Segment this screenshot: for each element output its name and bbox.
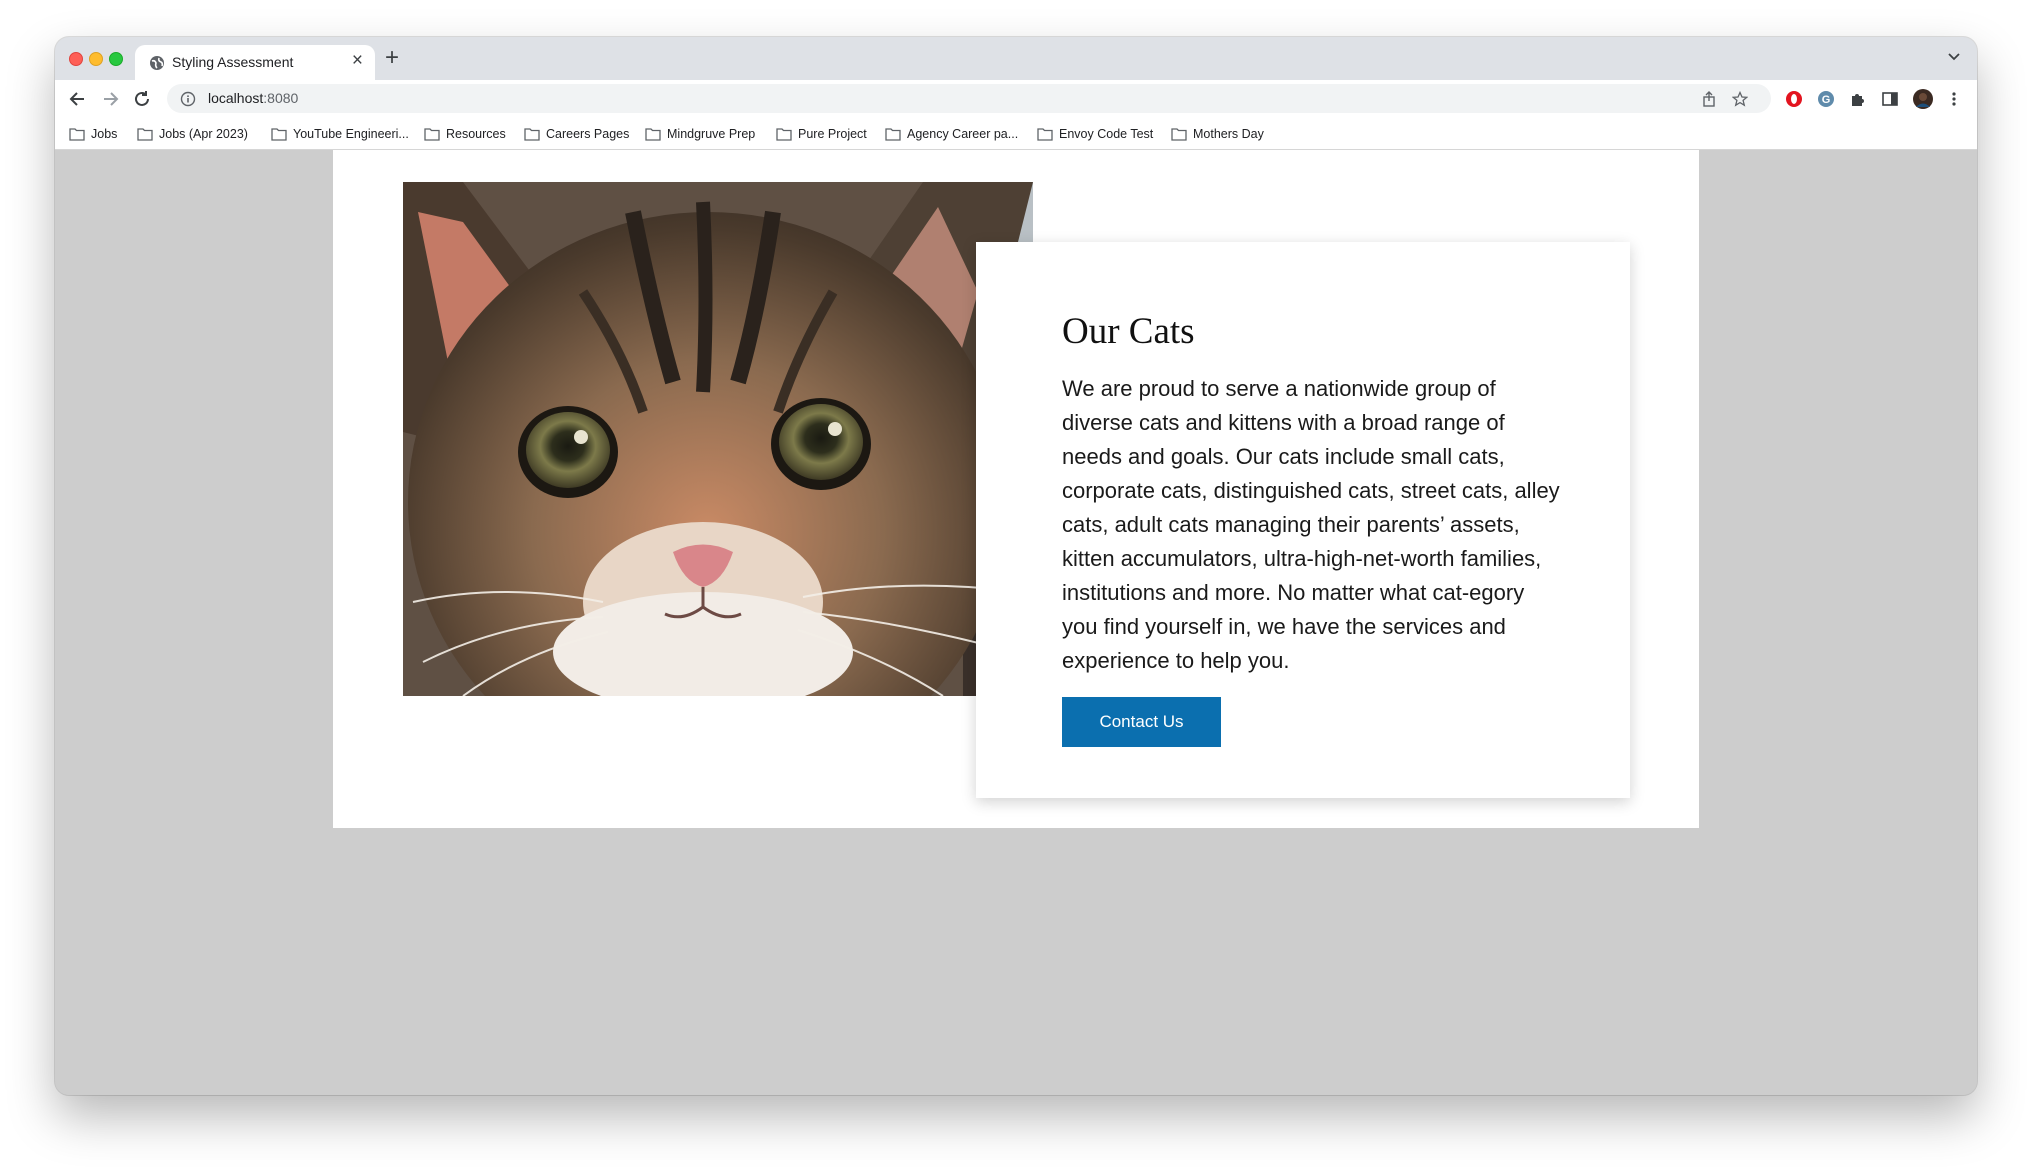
folder-icon: [271, 128, 287, 141]
bookmark-folder[interactable]: Careers Pages: [524, 126, 629, 142]
grammar-extension-icon[interactable]: G: [1817, 90, 1835, 108]
window-minimize-button[interactable]: [89, 52, 103, 66]
tab-styling-assessment[interactable]: Styling Assessment ×: [135, 45, 375, 80]
bookmark-folder[interactable]: Resources: [424, 126, 506, 142]
folder-icon: [885, 128, 901, 141]
bookmark-folder[interactable]: YouTube Engineeri...: [271, 126, 409, 142]
contact-us-button[interactable]: Contact Us: [1062, 697, 1221, 747]
svg-text:G: G: [1822, 94, 1831, 106]
new-tab-icon[interactable]: +: [385, 44, 399, 72]
bookmarks-bar: Jobs Jobs (Apr 2023) YouTube Engineeri..…: [55, 117, 1977, 150]
bookmark-folder[interactable]: Envoy Code Test: [1037, 126, 1153, 142]
bookmark-folder[interactable]: Pure Project: [776, 126, 867, 142]
folder-icon: [776, 128, 792, 141]
back-arrow-icon[interactable]: [67, 88, 89, 110]
address-bar[interactable]: localhost:8080: [167, 84, 1771, 113]
profile-avatar[interactable]: [1912, 88, 1934, 110]
folder-icon: [1171, 128, 1187, 141]
url-text[interactable]: localhost:8080: [208, 90, 298, 106]
bookmark-folder[interactable]: Jobs: [69, 126, 117, 142]
window-maximize-button[interactable]: [109, 52, 123, 66]
browser-window: Styling Assessment × + localhost:8080 G …: [55, 37, 1977, 1095]
bookmark-folder[interactable]: Jobs (Apr 2023): [137, 126, 248, 142]
kitten-image: [403, 182, 1033, 696]
star-icon[interactable]: [1732, 91, 1748, 107]
reload-icon[interactable]: [131, 88, 153, 110]
toolbar: localhost:8080 G: [55, 80, 1977, 117]
bookmark-folder[interactable]: Mindgruve Prep: [645, 126, 755, 142]
info-card: Our Cats We are proud to serve a nationw…: [976, 242, 1630, 798]
bookmark-folder[interactable]: Agency Career pa...: [885, 126, 1018, 142]
info-icon[interactable]: [180, 91, 196, 107]
folder-icon: [524, 128, 540, 141]
bookmark-folder[interactable]: Mothers Day: [1171, 126, 1264, 142]
folder-icon: [645, 128, 661, 141]
chevron-down-icon[interactable]: [1947, 49, 1961, 63]
window-close-button[interactable]: [69, 52, 83, 66]
folder-icon: [137, 128, 153, 141]
card-body-text: We are proud to serve a nationwide group…: [1062, 376, 1560, 673]
globe-icon: [150, 56, 164, 70]
folder-icon: [69, 128, 85, 141]
folder-icon: [1037, 128, 1053, 141]
forward-arrow-icon[interactable]: [99, 88, 121, 110]
more-menu-icon[interactable]: [1945, 90, 1963, 108]
content-section: Our Cats We are proud to serve a nationw…: [333, 150, 1699, 828]
tab-strip: Styling Assessment × +: [55, 37, 1977, 80]
opera-extension-icon[interactable]: [1785, 90, 1803, 108]
puzzle-piece-icon[interactable]: [1849, 90, 1867, 108]
side-panel-icon[interactable]: [1881, 90, 1899, 108]
cat-photo: [403, 182, 1033, 696]
tab-close-icon[interactable]: ×: [352, 50, 363, 72]
folder-icon: [424, 128, 440, 141]
tab-title: Styling Assessment: [172, 54, 294, 70]
page-viewport: Our Cats We are proud to serve a nationw…: [55, 150, 1977, 1095]
share-icon[interactable]: [1701, 91, 1717, 107]
card-title: Our Cats: [1062, 311, 1195, 352]
